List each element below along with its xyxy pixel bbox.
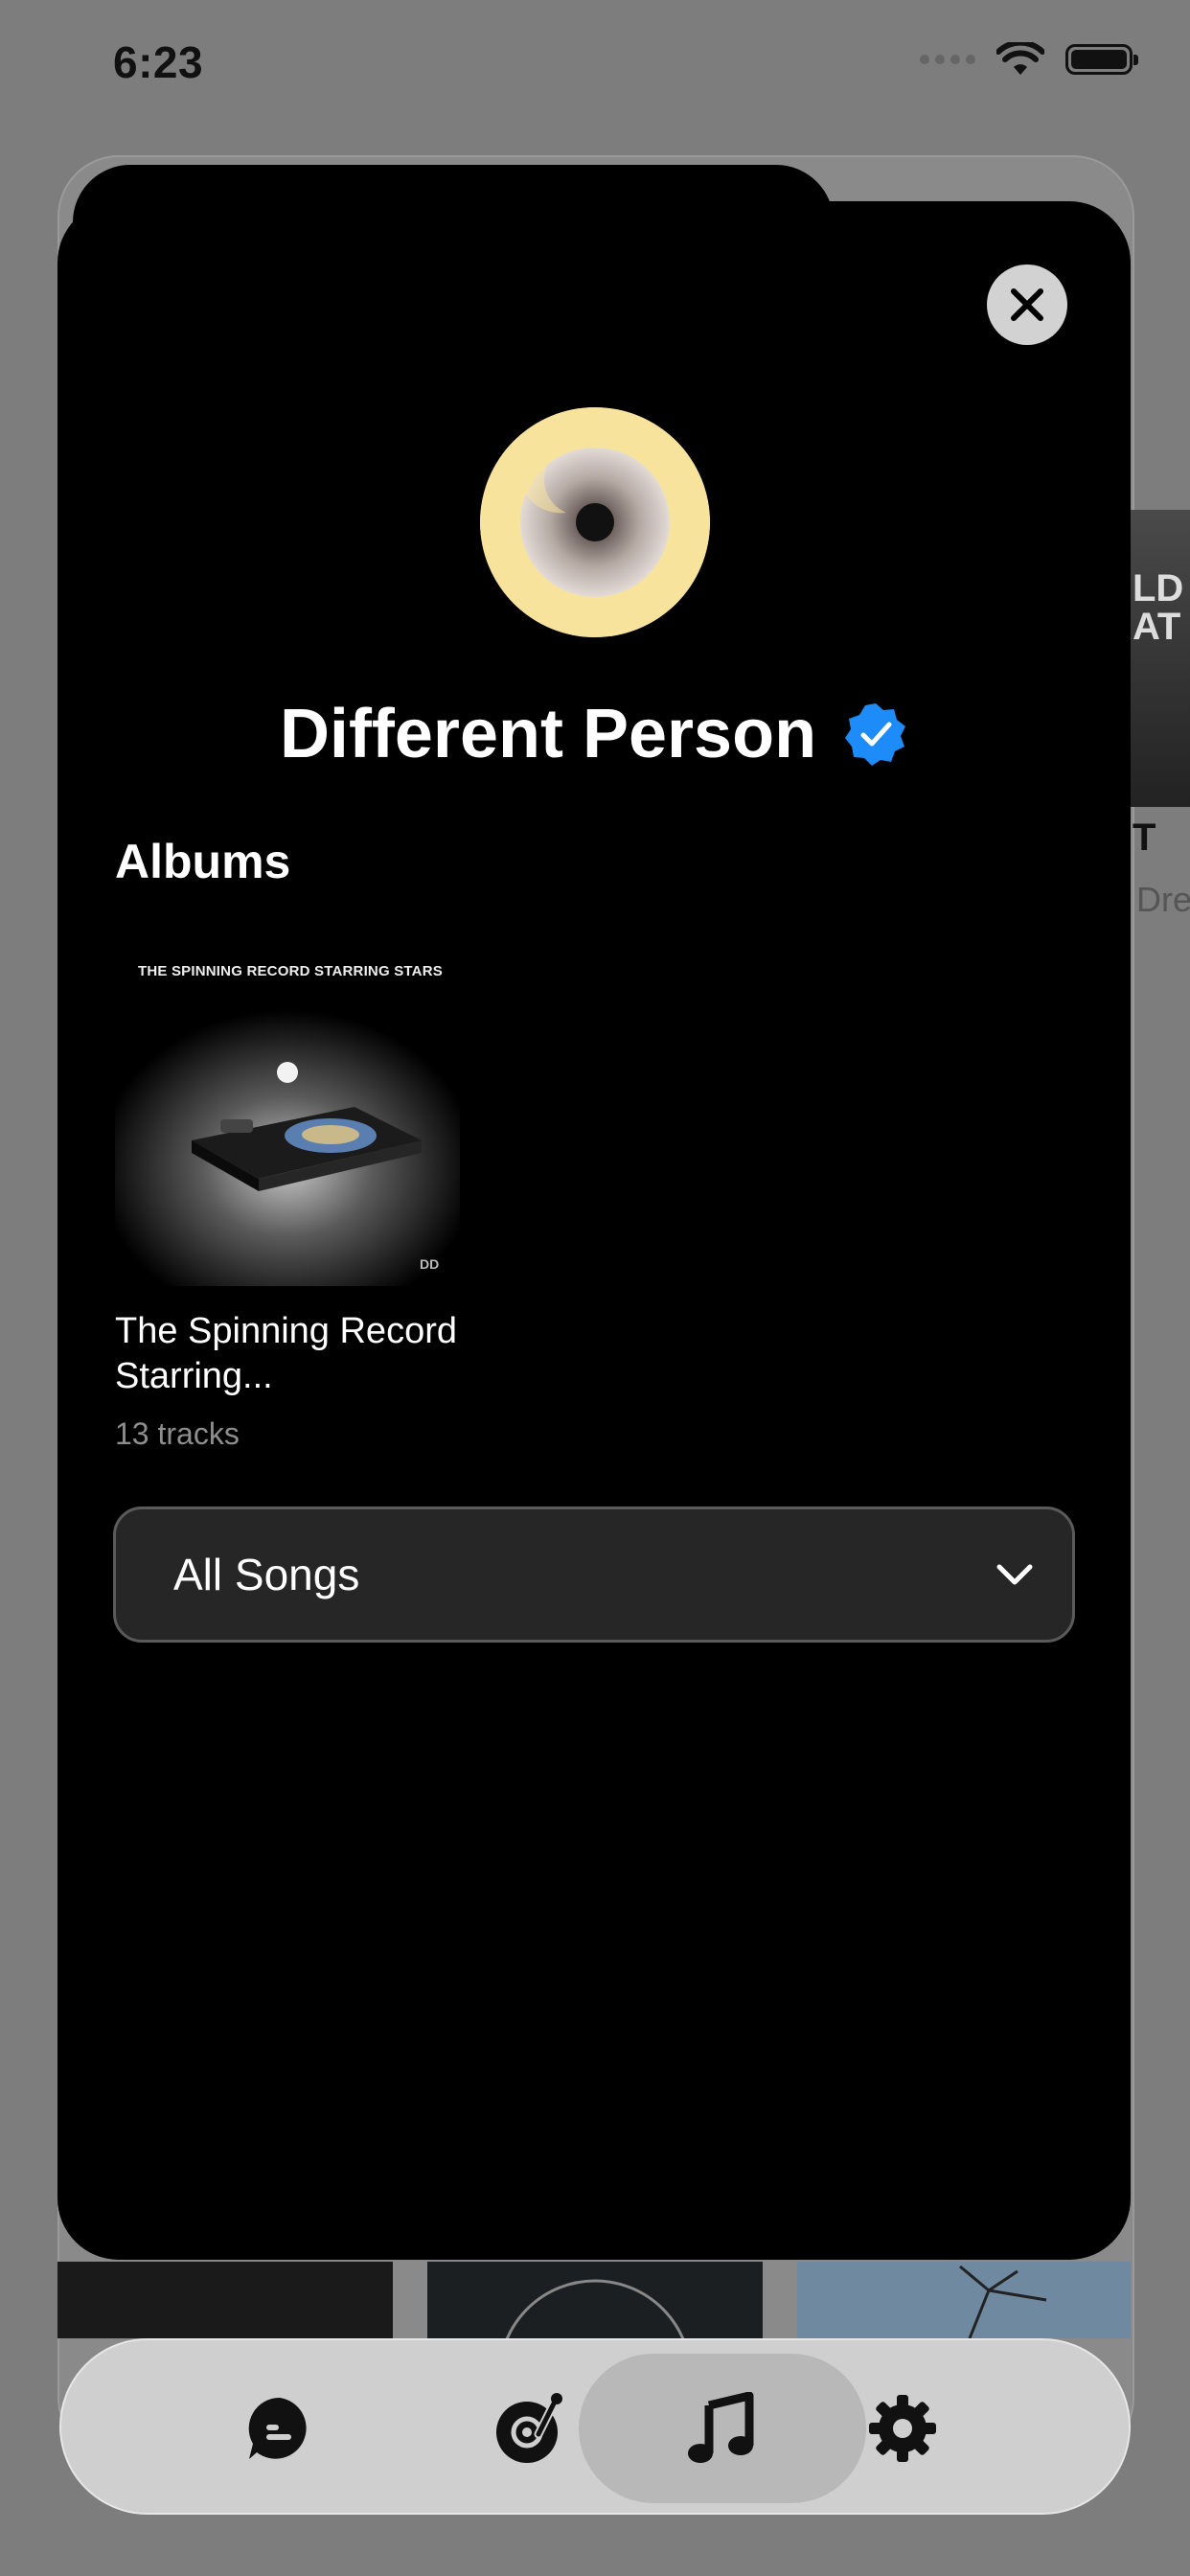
record-player-icon	[496, 2393, 562, 2463]
background-album-title: T	[1133, 816, 1156, 859]
status-icons	[920, 42, 1138, 77]
background-tile	[797, 2262, 1131, 2338]
albums-section-title: Albums	[115, 835, 291, 888]
battery-icon	[1065, 44, 1138, 75]
background-tile	[427, 2262, 763, 2338]
background-album-artist: Dre	[1136, 880, 1190, 919]
status-time: 6:23	[113, 37, 204, 87]
album-track-count: 13 tracks	[115, 1416, 240, 1451]
artist-header: Different Person	[57, 695, 1131, 773]
background-album-art: LD AT	[1131, 510, 1190, 807]
background-tile	[57, 2262, 393, 2338]
cellular-signal-icon	[920, 55, 975, 64]
artist-modal: Different Person Albums THE SPINNING REC…	[57, 201, 1131, 2260]
artist-name: Different Person	[279, 696, 817, 772]
chevron-down-icon	[996, 1564, 1033, 1585]
tab-settings[interactable]	[759, 2354, 1046, 2503]
tab-bar	[59, 2338, 1131, 2515]
wifi-icon	[996, 42, 1044, 75]
album-title: The Spinning Record Starring...	[115, 1311, 457, 1396]
music-note-icon	[688, 2392, 754, 2463]
dropdown-selected-value: All Songs	[173, 1550, 360, 1599]
album-cover: THE SPINNING RECORD STARRING STARS DD	[115, 944, 460, 1286]
close-button[interactable]	[987, 264, 1067, 345]
tab-chat[interactable]	[136, 2354, 423, 2503]
artist-avatar	[480, 407, 710, 637]
chat-bubble-icon	[248, 2397, 307, 2459]
album-card[interactable]: THE SPINNING RECORD STARRING STARS DD Th…	[115, 944, 460, 1452]
songs-filter-dropdown[interactable]: All Songs	[113, 1506, 1075, 1643]
verified-badge-icon	[845, 703, 906, 766]
gear-icon	[869, 2395, 936, 2462]
close-icon	[1011, 288, 1043, 321]
svg-text:DD: DD	[420, 1256, 439, 1272]
